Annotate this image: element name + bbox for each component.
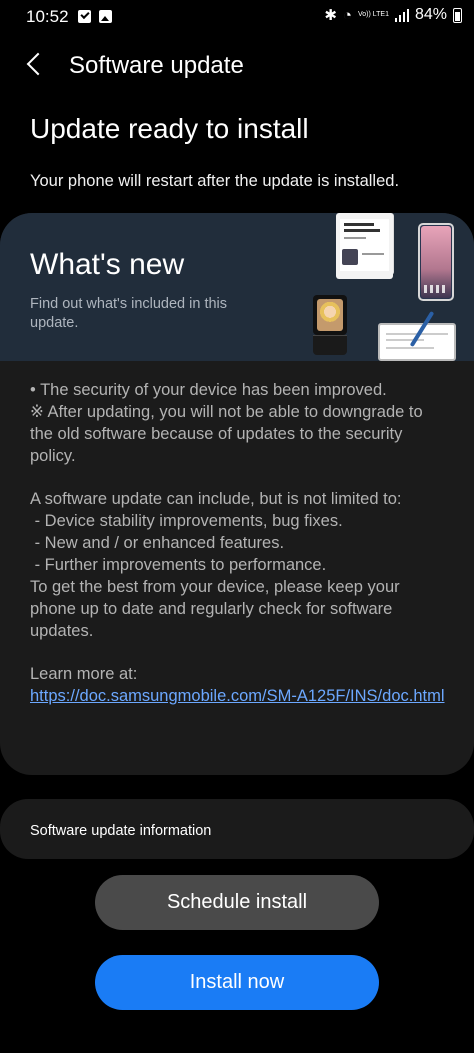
status-right-icons: ✱ ◔ Vo)) LTE1 84% xyxy=(324,6,462,24)
learn-more-link[interactable]: https://doc.samsungmobile.com/SM-A125F/I… xyxy=(30,685,450,707)
flip-phone-illustration xyxy=(313,295,347,335)
back-chevron-icon xyxy=(26,52,50,76)
battery-icon xyxy=(453,7,462,23)
software-update-info-title: Software update information xyxy=(30,823,212,839)
phone-illustration-white xyxy=(336,213,393,279)
wifi-icon: ◔ xyxy=(342,6,352,24)
flip-phone-bottom-illustration xyxy=(313,335,347,355)
list-item: - Device stability improvements, bug fix… xyxy=(30,512,343,530)
checkbox-notification-icon xyxy=(78,10,91,23)
notification-icons xyxy=(78,10,112,23)
software-update-info-card[interactable]: Software update information xyxy=(0,799,474,859)
closing-text: To get the best from your device, please… xyxy=(30,578,400,640)
status-time: 10:52 xyxy=(26,7,69,26)
bluetooth-icon: ✱ xyxy=(324,7,337,24)
downgrade-note: ※ After updating, you will not be able t… xyxy=(30,403,423,465)
list-item: - Further improvements to performance. xyxy=(30,556,327,574)
whats-new-banner: What's new Find out what's included in t… xyxy=(0,213,474,361)
schedule-install-button[interactable]: Schedule install xyxy=(95,875,379,930)
whats-new-body: • The security of your device has been i… xyxy=(30,379,450,707)
whats-new-title: What's new xyxy=(30,248,185,281)
back-button[interactable] xyxy=(20,50,50,80)
header-title: Software update xyxy=(69,52,244,79)
security-line: • The security of your device has been i… xyxy=(30,381,387,399)
install-now-button[interactable]: Install now xyxy=(95,955,379,1010)
volte-icon: Vo)) LTE1 xyxy=(357,11,389,18)
page-subtitle: Your phone will restart after the update… xyxy=(30,172,400,190)
update-intro: A software update can include, but is no… xyxy=(30,490,402,508)
whats-new-subtitle: Find out what's included in this update. xyxy=(30,296,228,331)
page-title: Update ready to install xyxy=(30,113,309,144)
phone-illustration-pink xyxy=(418,223,454,301)
status-bar: 10:52 ✱ ◔ Vo)) LTE1 84% xyxy=(0,0,474,34)
whats-new-card: What's new Find out what's included in t… xyxy=(0,213,474,775)
battery-percent: 84% xyxy=(414,6,447,23)
list-item: - New and / or enhanced features. xyxy=(30,534,285,552)
signal-icon xyxy=(394,8,409,22)
learn-more-label: Learn more at: xyxy=(30,665,138,683)
tablet-illustration xyxy=(378,323,456,361)
image-notification-icon xyxy=(99,10,112,23)
